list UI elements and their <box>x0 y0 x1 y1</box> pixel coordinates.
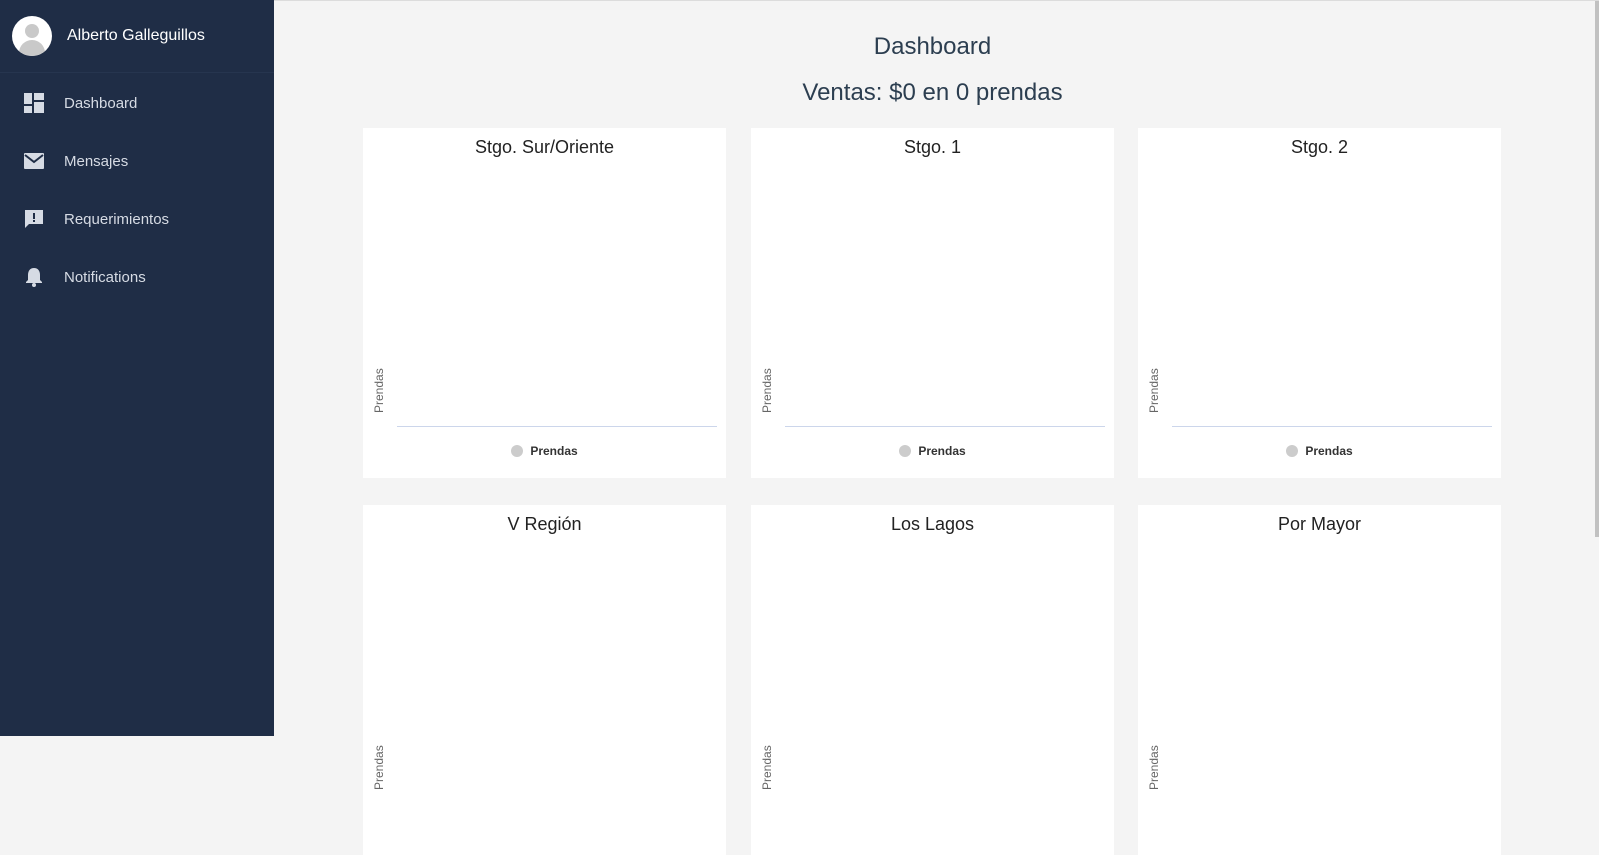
legend-dot-icon <box>1286 445 1299 457</box>
y-axis-label: Prendas <box>1147 368 1161 413</box>
sidebar-item-label: Notifications <box>64 268 146 286</box>
sales-summary: Ventas: $0 en 0 prendas <box>802 79 1063 106</box>
chart-title: Stgo. 1 <box>903 137 962 157</box>
chart-card: Stgo. 2 Prendas Prendas <box>1138 128 1501 478</box>
chart-title: V Región <box>507 514 582 534</box>
legend-dot-icon <box>899 445 912 457</box>
sidebar-item-notifications[interactable]: Notifications <box>0 248 274 306</box>
chart-card: Stgo. Sur/Oriente Prendas Prendas <box>363 128 726 478</box>
legend-item[interactable]: Prendas <box>363 444 726 458</box>
sidebar-item-requerimientos[interactable]: Requerimientos <box>0 190 274 248</box>
sidebar: Alberto Galleguillos Dashboard Mensajes <box>0 0 274 736</box>
scrollbar[interactable] <box>1595 1 1599 537</box>
chart-title: Por Mayor <box>1277 514 1362 534</box>
legend-label: Prendas <box>530 444 578 458</box>
y-axis-label: Prendas <box>372 368 386 413</box>
bell-icon <box>23 266 45 288</box>
chart-title: Stgo. 2 <box>1290 137 1349 157</box>
legend-label: Prendas <box>1305 444 1353 458</box>
y-axis-label: Prendas <box>760 745 774 790</box>
legend-label: Prendas <box>918 444 966 458</box>
mail-icon <box>23 150 45 172</box>
chart-title: Stgo. Sur/Oriente <box>474 137 615 157</box>
sidebar-item-label: Dashboard <box>64 94 138 112</box>
chart-card: Por Mayor Prendas <box>1138 505 1501 855</box>
avatar <box>12 16 52 56</box>
chart-card: V Región Prendas <box>363 505 726 855</box>
y-axis-label: Prendas <box>1147 745 1161 790</box>
sidebar-item-label: Mensajes <box>64 152 129 170</box>
chart-card: Los Lagos Prendas <box>751 505 1114 855</box>
x-axis-line <box>1172 426 1492 427</box>
x-axis-line <box>397 426 717 427</box>
legend-item[interactable]: Prendas <box>751 444 1114 458</box>
legend-item[interactable]: Prendas <box>1138 444 1501 458</box>
legend-dot-icon <box>511 445 524 457</box>
page-title: Dashboard <box>873 33 992 60</box>
feedback-icon <box>23 208 45 230</box>
dashboard-icon <box>23 92 45 114</box>
chart-card: Stgo. 1 Prendas Prendas <box>751 128 1114 478</box>
user-name: Alberto Galleguillos <box>67 27 205 44</box>
y-axis-label: Prendas <box>372 745 386 790</box>
user-profile[interactable]: Alberto Galleguillos <box>0 0 274 73</box>
sidebar-item-mensajes[interactable]: Mensajes <box>0 132 274 190</box>
chart-title: Los Lagos <box>890 514 975 534</box>
y-axis-label: Prendas <box>760 368 774 413</box>
main-content: Dashboard Ventas: $0 en 0 prendas Stgo. … <box>274 0 1599 855</box>
x-axis-line <box>785 426 1105 427</box>
sidebar-item-dashboard[interactable]: Dashboard <box>0 74 274 132</box>
sidebar-item-label: Requerimientos <box>64 210 170 228</box>
